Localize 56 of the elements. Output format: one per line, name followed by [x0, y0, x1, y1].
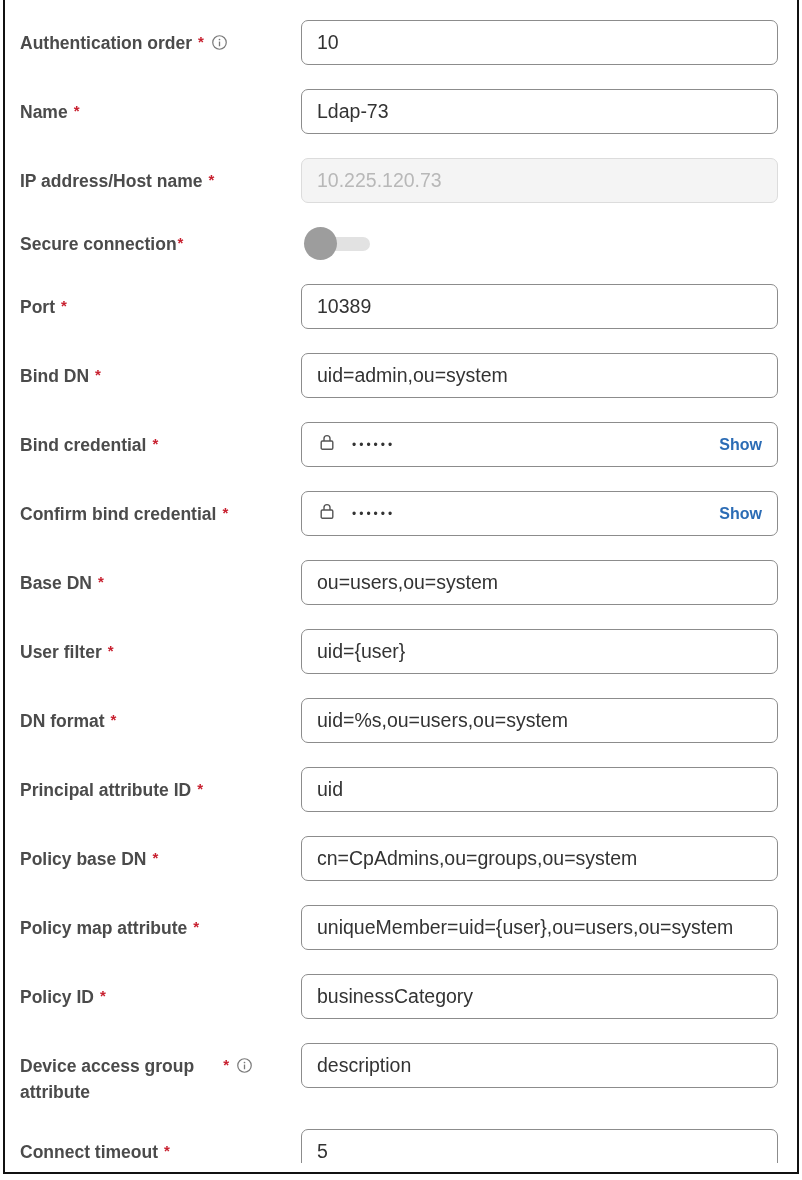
required-mark: * [110, 710, 117, 730]
required-mark: * [198, 32, 204, 52]
required-mark: * [152, 434, 159, 454]
field-label: Bind DN [20, 365, 90, 388]
show-button[interactable]: Show [719, 435, 762, 454]
input-field[interactable]: uid=admin,ou=system [301, 353, 778, 398]
field-label: Secure connection [20, 232, 177, 256]
input-field[interactable]: 10389 [301, 284, 778, 329]
required-mark: * [193, 917, 200, 937]
input-field[interactable]: uid [301, 767, 778, 812]
input-field[interactable]: description [301, 1043, 778, 1088]
field-label: IP address/Host name [20, 170, 203, 193]
required-mark: * [73, 101, 80, 121]
input-field[interactable]: 5 [301, 1129, 778, 1163]
field-label: Policy map attribute [20, 917, 188, 940]
field-label: DN format [20, 710, 105, 733]
field-label: Policy base DN [20, 848, 147, 871]
input-field[interactable]: businessCategory [301, 974, 778, 1019]
input-field[interactable]: cn=CpAdmins,ou=groups,ou=system [301, 836, 778, 881]
input-field[interactable]: uid=%s,ou=users,ou=system [301, 698, 778, 743]
required-mark: * [164, 1141, 170, 1161]
required-mark: * [107, 641, 114, 661]
input-field[interactable]: ou=users,ou=system [301, 560, 778, 605]
field-label: Bind credential [20, 434, 147, 457]
toggle-switch[interactable] [304, 227, 370, 260]
field-label: Port [20, 296, 55, 319]
required-mark: * [177, 232, 184, 253]
password-field[interactable]: •••••• Show [301, 491, 778, 536]
input-field[interactable]: uid={user} [301, 629, 778, 674]
required-mark: * [95, 365, 101, 385]
required-mark: * [222, 503, 229, 523]
field-label: Name [20, 101, 68, 124]
field-label: Policy ID [20, 986, 94, 1009]
field-label: Base DN [20, 572, 92, 595]
required-mark: * [152, 848, 159, 868]
info-icon[interactable] [237, 1058, 252, 1073]
field-label: Authentication order [20, 32, 193, 55]
field-label: Device access group attribute [20, 1055, 196, 1104]
required-mark: * [197, 779, 203, 799]
required-mark: * [61, 296, 67, 316]
input-field[interactable]: 10 [301, 20, 778, 65]
input-field[interactable]: Ldap-73 [301, 89, 778, 134]
required-mark: * [223, 1055, 229, 1075]
required-mark: * [99, 986, 106, 1006]
lock-icon [320, 433, 334, 450]
required-mark: * [98, 572, 104, 592]
info-icon[interactable] [211, 35, 227, 50]
lock-icon [320, 502, 334, 519]
input-field[interactable]: uniqueMember=uid={user},ou=users,ou=system [301, 905, 778, 950]
required-mark: * [208, 170, 215, 190]
password-field[interactable]: •••••• Show [301, 422, 778, 467]
field-label: Principal attribute ID [20, 779, 192, 802]
field-label: User filter [20, 641, 102, 664]
show-button[interactable]: Show [719, 504, 762, 523]
field-label: Connect timeout [20, 1141, 159, 1163]
field-label: Confirm bind credential [20, 503, 217, 526]
